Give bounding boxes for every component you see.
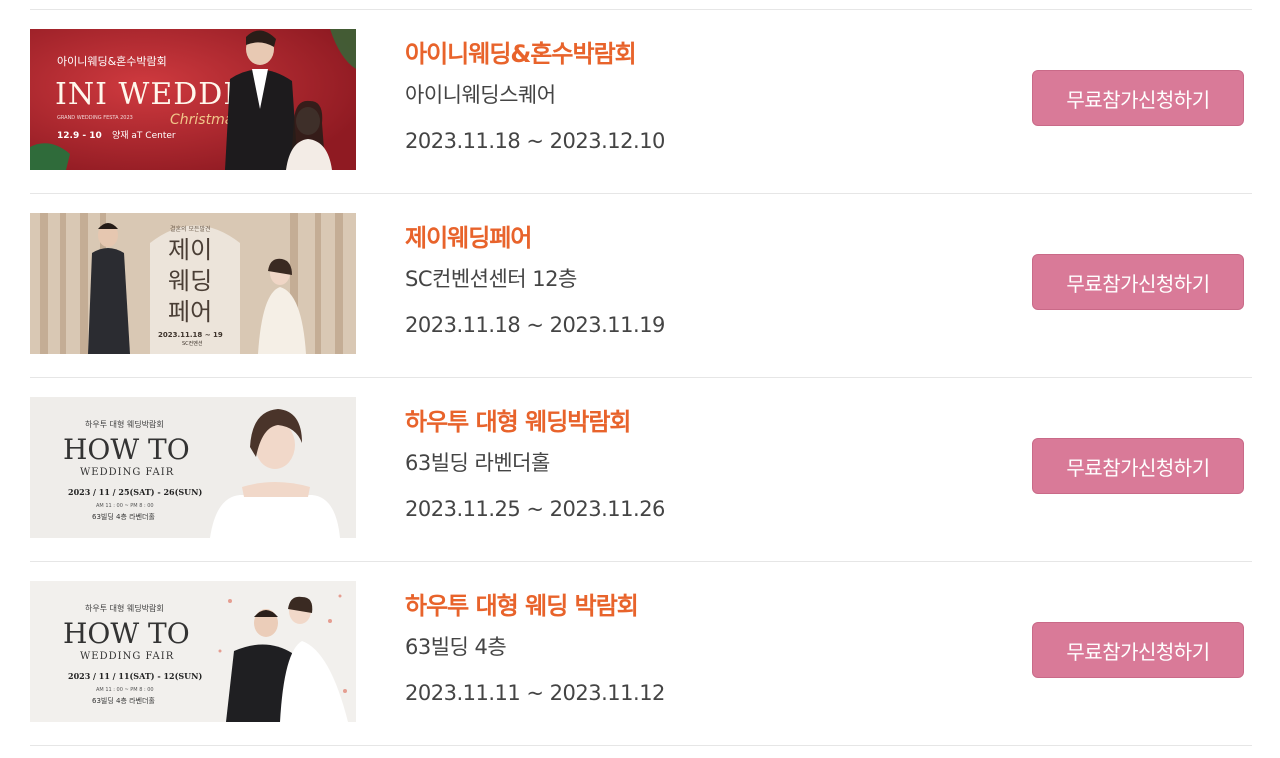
poster-subheadline: WEDDING FAIR xyxy=(80,467,174,478)
poster-time: AM 11 : 00 ~ PM 8 : 00 xyxy=(96,687,154,693)
list-item: 결혼의 모든발견 제이 웨딩 페어 2023.11.18 ~ 19 SC컨벤션 … xyxy=(30,194,1252,378)
poster-small-text: GRAND WEDDING FESTA 2023 xyxy=(57,115,133,121)
poster-dates: 2023 / 11 / 25(SAT) - 26(SUN) xyxy=(68,487,202,497)
poster-dates: 2023 / 11 / 11(SAT) - 12(SUN) xyxy=(68,671,202,681)
poster-image[interactable]: 결혼의 모든발견 제이 웨딩 페어 2023.11.18 ~ 19 SC컨벤션 xyxy=(30,213,356,354)
poster-kicker: 하우투 대형 웨딩박람회 xyxy=(85,603,164,613)
list-item: 하우투 대형 웨딩박람회 HOW TO WEDDING FAIR 2023 / … xyxy=(30,562,1252,746)
apply-button[interactable]: 무료참가신청하기 xyxy=(1032,622,1244,678)
poster-subtitle: 아이니웨딩&혼수박람회 xyxy=(57,55,167,68)
poster-place: 양재 aT Center xyxy=(112,130,176,141)
poster-line2: 웨딩 xyxy=(168,267,212,295)
fair-title[interactable]: 제이웨딩페어 xyxy=(405,220,665,256)
poster-headline: HOW TO xyxy=(63,433,190,466)
fair-info: 제이웨딩페어 SC컨벤션센터 12층 2023.11.18 ~ 2023.11.… xyxy=(405,220,665,338)
fair-date: 2023.11.25 ~ 2023.11.26 xyxy=(405,497,665,521)
list-item: 하우투 대형 웨딩박람회 HOW TO WEDDING FAIR 2023 / … xyxy=(30,378,1252,562)
fair-info: 하우투 대형 웨딩 박람회 63빌딩 4층 2023.11.11 ~ 2023.… xyxy=(405,588,665,706)
poster-line3: 페어 xyxy=(168,298,212,326)
poster-headline: HOW TO xyxy=(63,617,190,650)
poster-image[interactable]: 하우투 대형 웨딩박람회 HOW TO WEDDING FAIR 2023 / … xyxy=(30,581,356,722)
poster-tagline: 결혼의 모든발견 xyxy=(170,225,211,233)
fair-date: 2023.11.18 ~ 2023.12.10 xyxy=(405,129,665,153)
poster-image[interactable]: 아이니웨딩&혼수박람회 INI WEDDING Christmas GRAND … xyxy=(30,29,356,170)
fair-info: 아이니웨딩&혼수박람회 아이니웨딩스퀘어 2023.11.18 ~ 2023.1… xyxy=(405,36,665,154)
list-item: 아이니웨딩&혼수박람회 INI WEDDING Christmas GRAND … xyxy=(30,10,1252,194)
fair-date: 2023.11.11 ~ 2023.11.12 xyxy=(405,681,665,705)
apply-button[interactable]: 무료참가신청하기 xyxy=(1032,438,1244,494)
poster-dates: 2023.11.18 ~ 19 xyxy=(158,331,223,339)
fair-venue: 63빌딩 라벤더홀 xyxy=(405,451,550,475)
poster-dates: 12.9 - 10 xyxy=(57,131,102,141)
apply-button[interactable]: 무료참가신청하기 xyxy=(1032,254,1244,310)
poster-kicker: 하우투 대형 웨딩박람회 xyxy=(85,419,164,429)
poster-place: 63빌딩 4층 라벤더홀 xyxy=(92,512,155,521)
apply-button[interactable]: 무료참가신청하기 xyxy=(1032,70,1244,126)
fair-info: 하우투 대형 웨딩박람회 63빌딩 라벤더홀 2023.11.25 ~ 2023… xyxy=(405,404,665,522)
fair-venue: 63빌딩 4층 xyxy=(405,635,507,659)
poster-place: SC컨벤션 xyxy=(182,340,203,347)
fair-date: 2023.11.18 ~ 2023.11.19 xyxy=(405,313,665,337)
poster-line1: 제이 xyxy=(168,236,212,264)
fair-title[interactable]: 아이니웨딩&혼수박람회 xyxy=(405,36,665,72)
wedding-fair-list: 아이니웨딩&혼수박람회 INI WEDDING Christmas GRAND … xyxy=(30,9,1252,746)
fair-venue: SC컨벤션센터 12층 xyxy=(405,267,577,291)
poster-time: AM 11 : 00 ~ PM 8 : 00 xyxy=(96,503,154,509)
fair-title[interactable]: 하우투 대형 웨딩 박람회 xyxy=(405,588,665,624)
poster-place: 63빌딩 4층 라벤더홀 xyxy=(92,696,155,705)
fair-venue: 아이니웨딩스퀘어 xyxy=(405,83,556,107)
fair-title[interactable]: 하우투 대형 웨딩박람회 xyxy=(405,404,665,440)
poster-image[interactable]: 하우투 대형 웨딩박람회 HOW TO WEDDING FAIR 2023 / … xyxy=(30,397,356,538)
poster-subheadline: WEDDING FAIR xyxy=(80,651,174,662)
